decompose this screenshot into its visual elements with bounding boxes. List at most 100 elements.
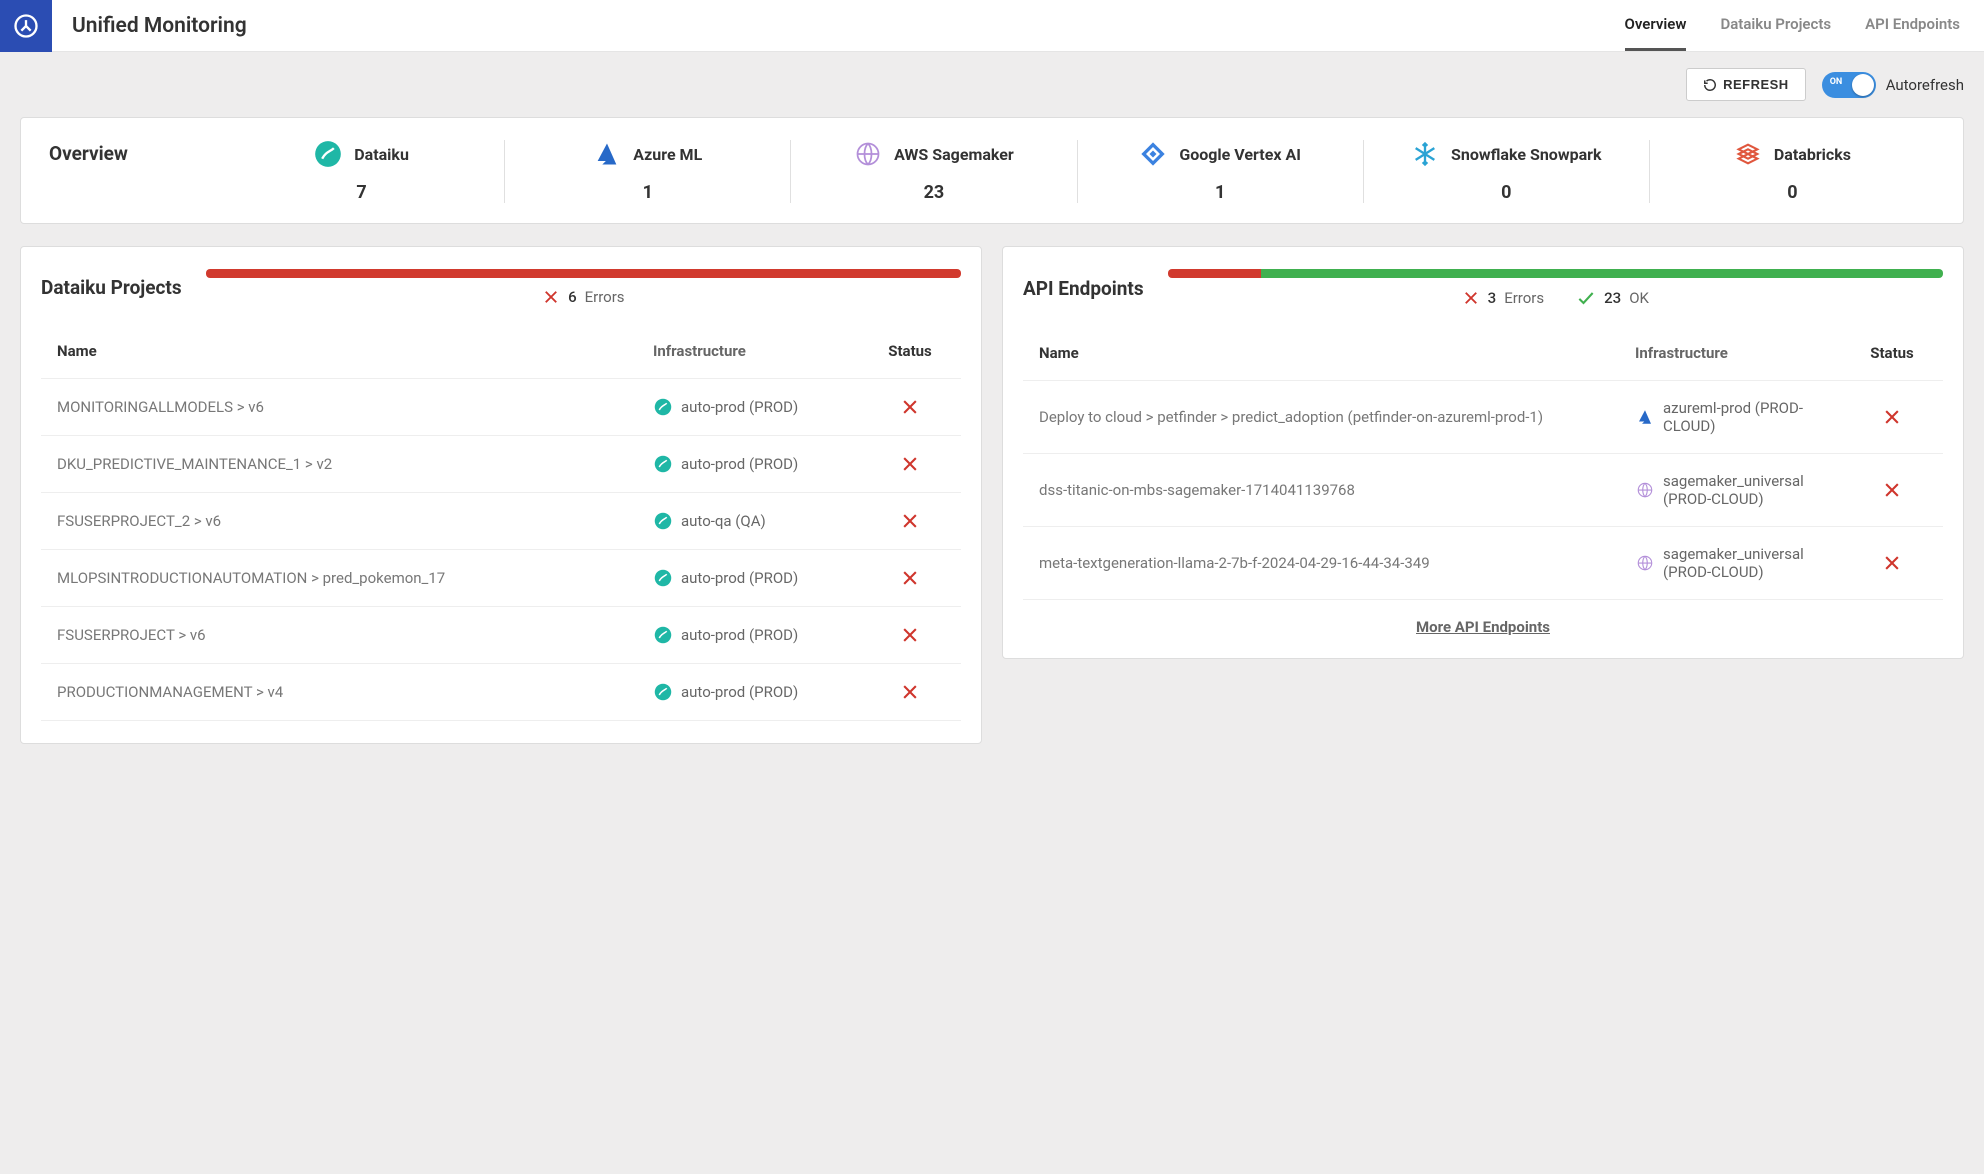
infra-label: sagemaker_universal (PROD-CLOUD) — [1663, 472, 1845, 508]
col-status: Status — [1857, 344, 1927, 362]
table-row[interactable]: dss-titanic-on-mbs-sagemaker-17140411397… — [1023, 454, 1943, 527]
tab-dataiku-projects[interactable]: Dataiku Projects — [1720, 0, 1831, 51]
check-icon — [1576, 288, 1596, 308]
two-panels: Dataiku Projects 6 Errors — [20, 246, 1964, 744]
platform-count: 0 — [1787, 182, 1797, 203]
row-status — [875, 568, 945, 588]
status-legend: 6 Errors — [206, 288, 961, 306]
ok-label: OK — [1629, 289, 1649, 307]
toggle-on-label: ON — [1830, 77, 1843, 87]
status-bar-stack: 3 Errors 23 OK — [1168, 269, 1943, 308]
col-status: Status — [875, 342, 945, 360]
legend-ok: 23 OK — [1576, 288, 1649, 308]
errors-count: 3 — [1488, 289, 1497, 307]
row-infra: auto-prod (PROD) — [653, 454, 863, 474]
row-infra: auto-prod (PROD) — [653, 625, 863, 645]
table-header: Name Infrastructure Status — [41, 324, 961, 379]
dataiku-icon — [653, 568, 673, 588]
platform-azure-ml[interactable]: Azure ML 1 — [504, 140, 790, 203]
row-name: FSUSERPROJECT_2 > v6 — [57, 512, 641, 530]
col-infra: Infrastructure — [1635, 344, 1845, 362]
tab-api-endpoints[interactable]: API Endpoints — [1865, 0, 1960, 51]
platform-count: 1 — [643, 182, 653, 203]
infra-label: auto-prod (PROD) — [681, 455, 798, 473]
table-header: Name Infrastructure Status — [1023, 326, 1943, 381]
content: Overview Dataiku7Azure ML1AWS Sagemaker2… — [0, 101, 1984, 760]
table-row[interactable]: DKU_PREDICTIVE_MAINTENANCE_1 > v2auto-pr… — [41, 436, 961, 493]
toggle-knob — [1852, 74, 1874, 96]
databricks-icon — [1734, 140, 1762, 168]
dataiku-icon — [653, 511, 673, 531]
error-icon — [1882, 553, 1902, 573]
row-name: Deploy to cloud > petfinder > predict_ad… — [1039, 408, 1623, 426]
row-infra: sagemaker_universal (PROD-CLOUD) — [1635, 472, 1845, 508]
infra-label: auto-prod (PROD) — [681, 398, 798, 416]
platform-snowflake-snowpark[interactable]: Snowflake Snowpark0 — [1363, 140, 1649, 203]
platform-name: Azure ML — [633, 145, 702, 164]
table-row[interactable]: Deploy to cloud > petfinder > predict_ad… — [1023, 381, 1943, 454]
panel-head: API Endpoints 3 Errors — [1023, 269, 1943, 308]
table-row[interactable]: MONITORINGALLMODELS > v6 auto-prod (PROD) — [41, 379, 961, 436]
autorefresh-control: ON Autorefresh — [1822, 72, 1964, 98]
projects-table: Name Infrastructure Status MONITORINGALL… — [41, 324, 961, 721]
row-name: MLOPSINTRODUCTIONAUTOMATION > pred_pokem… — [57, 569, 641, 587]
row-name: meta-textgeneration-llama-2-7b-f-2024-04… — [1039, 554, 1623, 572]
status-bar — [1168, 269, 1943, 278]
autorefresh-toggle[interactable]: ON — [1822, 72, 1876, 98]
panel-head: Dataiku Projects 6 Errors — [41, 269, 961, 306]
row-status — [875, 682, 945, 702]
refresh-button[interactable]: REFRESH — [1686, 68, 1806, 101]
more-api-endpoints-link[interactable]: More API Endpoints — [1023, 600, 1943, 636]
row-infra: auto-prod (PROD) — [653, 397, 863, 417]
table-row[interactable]: MLOPSINTRODUCTIONAUTOMATION > pred_pokem… — [41, 550, 961, 607]
table-row[interactable]: PRODUCTIONMANAGEMENT > v4auto-prod (PROD… — [41, 664, 961, 721]
ok-count: 23 — [1604, 289, 1621, 307]
dataiku-logo-icon — [0, 0, 52, 52]
platform-name: Snowflake Snowpark — [1451, 145, 1602, 164]
error-icon — [1882, 480, 1902, 500]
status-legend: 3 Errors 23 OK — [1168, 288, 1943, 308]
platform-count: 7 — [356, 182, 366, 203]
endpoints-table: Name Infrastructure Status Deploy to clo… — [1023, 326, 1943, 600]
status-bar-red — [206, 269, 961, 278]
row-name: dss-titanic-on-mbs-sagemaker-17140411397… — [1039, 481, 1623, 499]
legend-errors: 3 Errors — [1462, 288, 1544, 308]
error-icon — [900, 682, 920, 702]
platform-name: Databricks — [1774, 145, 1851, 164]
autorefresh-label: Autorefresh — [1886, 76, 1964, 94]
row-name: MONITORINGALLMODELS > v6 — [57, 398, 641, 416]
error-icon — [1882, 407, 1902, 427]
table-row[interactable]: meta-textgeneration-llama-2-7b-f-2024-04… — [1023, 527, 1943, 600]
platform-dataiku[interactable]: Dataiku7 — [219, 140, 504, 203]
status-bar-stack: 6 Errors — [206, 269, 961, 306]
dataiku-icon — [314, 140, 342, 168]
col-infra: Infrastructure — [653, 342, 863, 360]
error-icon — [900, 454, 920, 474]
snowflake-icon — [1411, 140, 1439, 168]
dataiku-icon — [653, 454, 673, 474]
azure-icon — [1635, 407, 1655, 427]
tab-overview[interactable]: Overview — [1625, 0, 1687, 51]
table-row[interactable]: FSUSERPROJECT_2 > v6auto-qa (QA) — [41, 493, 961, 550]
status-bar-red — [1168, 269, 1261, 278]
sagemaker-icon — [1635, 480, 1655, 500]
x-icon — [1462, 289, 1480, 307]
overview-card: Overview Dataiku7Azure ML1AWS Sagemaker2… — [20, 117, 1964, 224]
platform-aws-sagemaker[interactable]: AWS Sagemaker23 — [790, 140, 1076, 203]
platform-databricks[interactable]: Databricks 0 — [1649, 140, 1935, 203]
errors-count: 6 — [568, 288, 577, 306]
api-endpoints-panel: API Endpoints 3 Errors — [1002, 246, 1964, 659]
row-infra: auto-prod (PROD) — [653, 568, 863, 588]
status-bar-green — [1261, 269, 1943, 278]
platform-google-vertex-ai[interactable]: Google Vertex AI1 — [1077, 140, 1363, 203]
error-icon — [900, 511, 920, 531]
platform-name: Google Vertex AI — [1179, 145, 1301, 164]
row-status — [875, 454, 945, 474]
platform-name: AWS Sagemaker — [894, 145, 1014, 164]
page-title: Unified Monitoring — [72, 14, 247, 38]
table-row[interactable]: FSUSERPROJECT > v6auto-prod (PROD) — [41, 607, 961, 664]
infra-label: auto-prod (PROD) — [681, 683, 798, 701]
vertex-icon — [1139, 140, 1167, 168]
dataiku-icon — [653, 625, 673, 645]
row-infra: azureml-prod (PROD-CLOUD) — [1635, 399, 1845, 435]
